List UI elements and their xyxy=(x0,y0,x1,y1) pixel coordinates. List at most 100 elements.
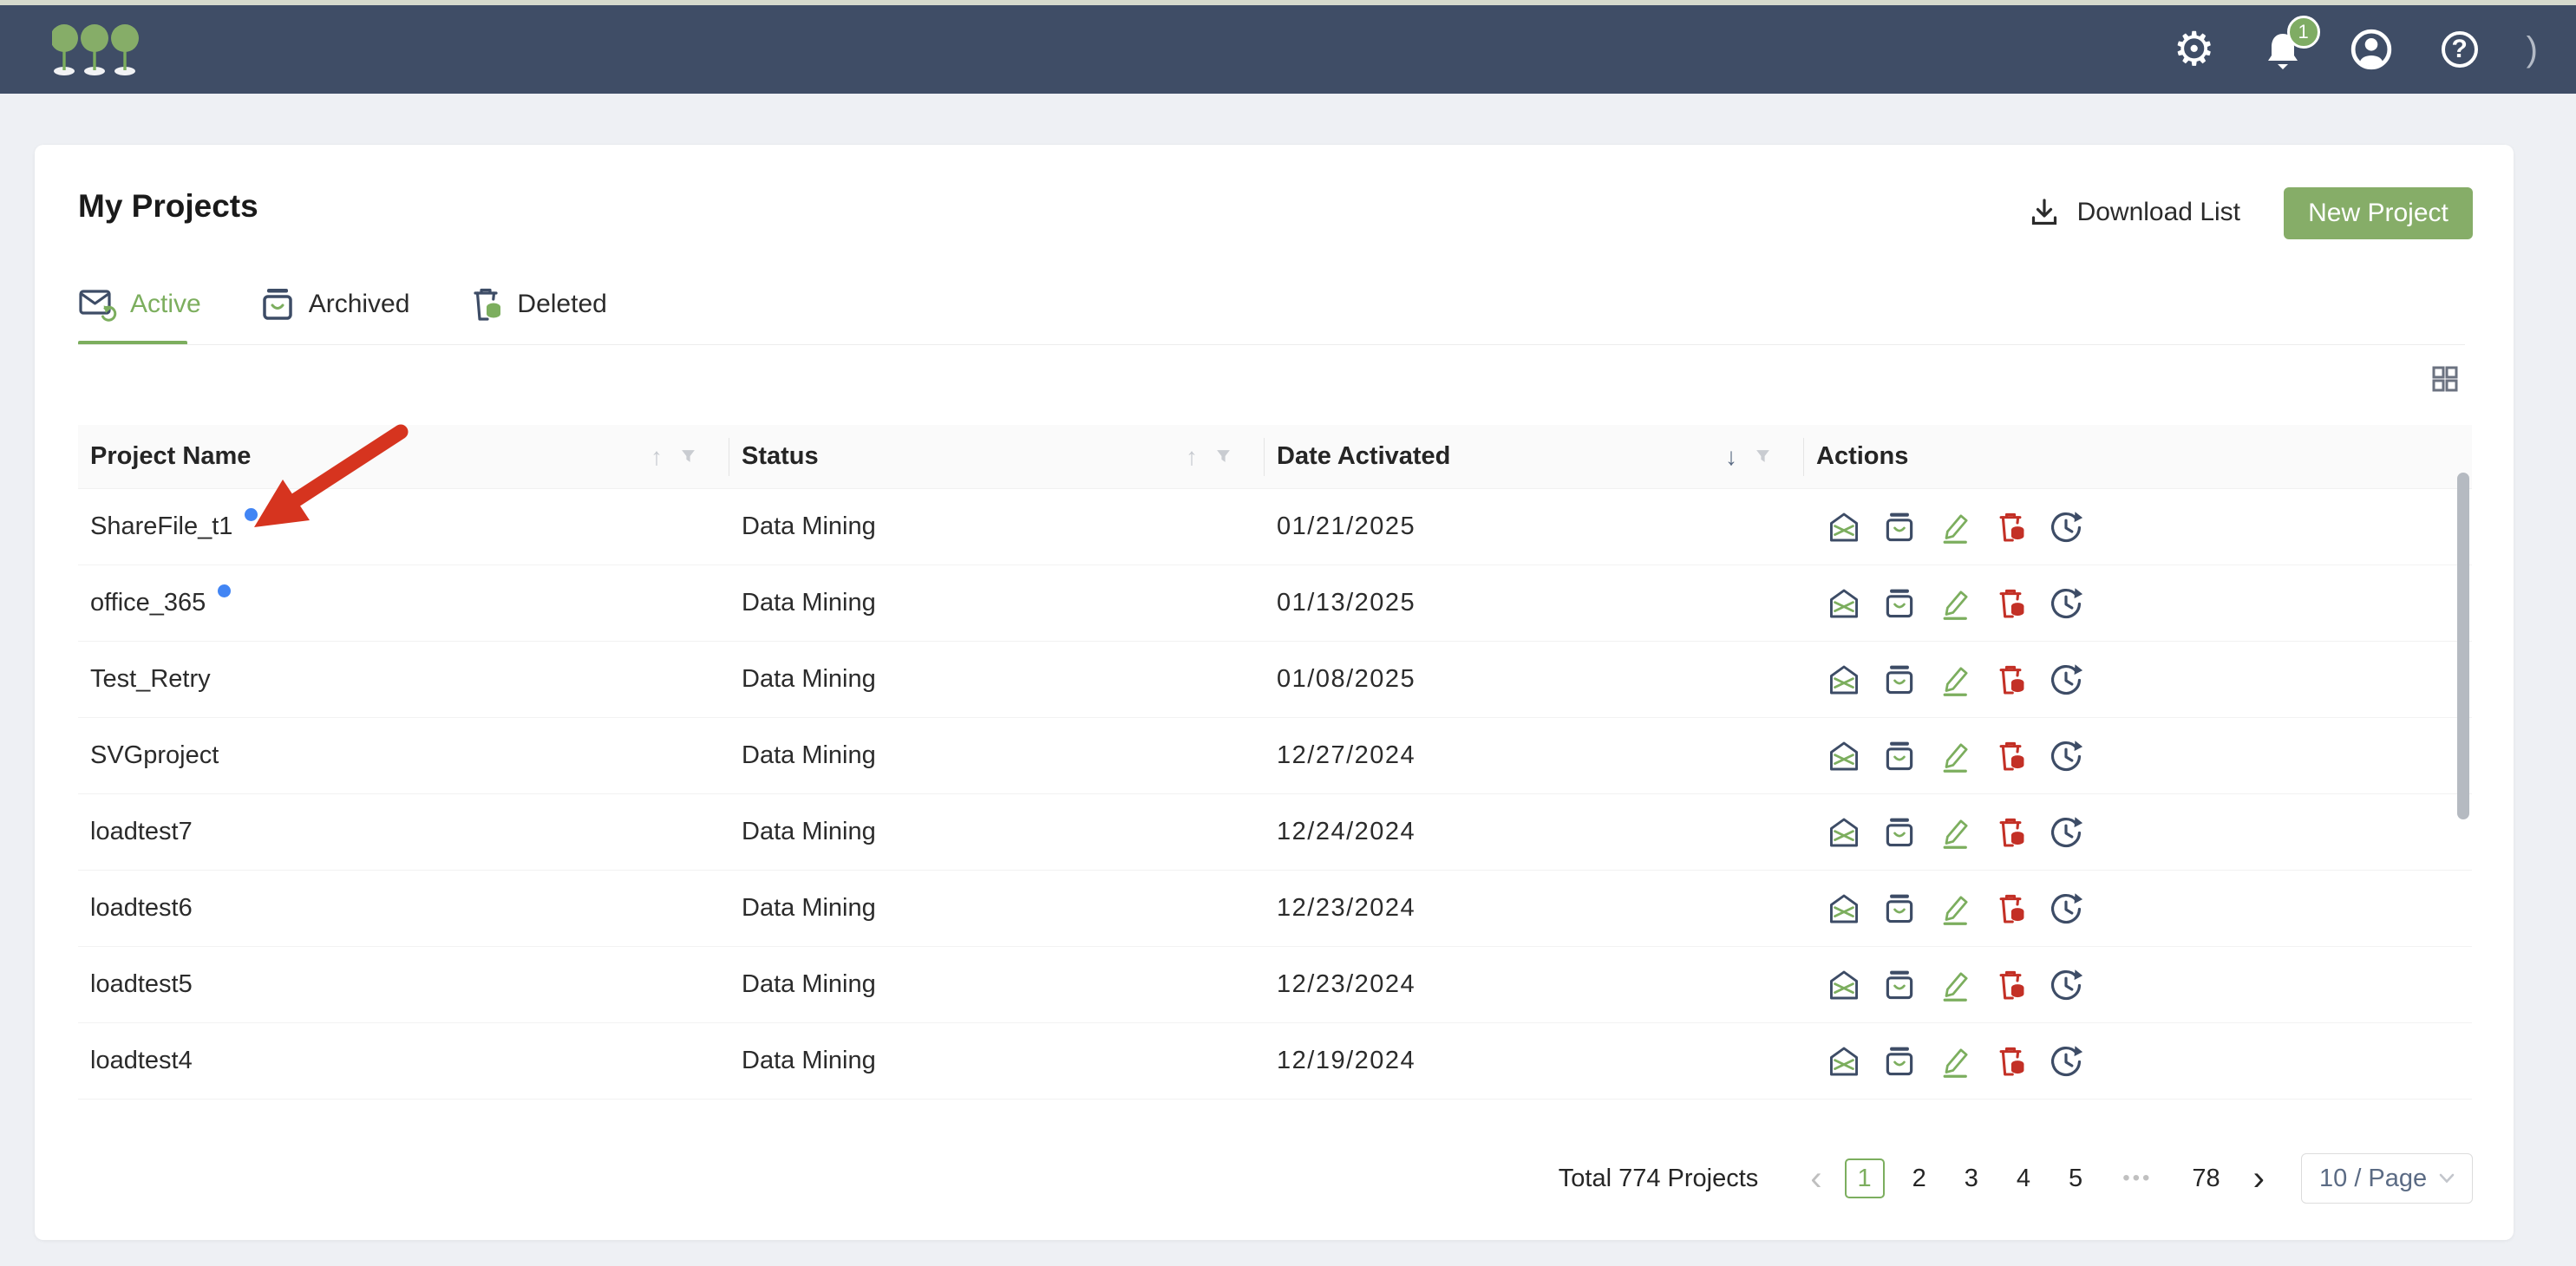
edit-action-icon[interactable] xyxy=(1938,510,1972,545)
project-name-cell[interactable]: office_365 xyxy=(78,589,729,617)
actions-cell xyxy=(1804,739,2472,773)
archive-action-icon[interactable] xyxy=(1882,662,1917,697)
previous-page-chevron-icon[interactable]: ‹ xyxy=(1796,1159,1835,1198)
history-action-icon[interactable] xyxy=(2049,510,2083,545)
open-mail-action-icon[interactable] xyxy=(1827,891,1861,926)
table-row: loadtest6Data Mining12/23/2024 xyxy=(78,871,2472,947)
archive-action-icon[interactable] xyxy=(1882,891,1917,926)
partial-element-glyph: ) xyxy=(2527,30,2538,69)
page-size-select[interactable]: 10 / Page xyxy=(2301,1153,2473,1204)
sort-down-arrow-icon[interactable]: ↓ xyxy=(1725,443,1737,471)
history-action-icon[interactable] xyxy=(2049,662,2083,697)
delete-action-icon[interactable] xyxy=(1993,1044,2028,1079)
user-avatar-icon[interactable] xyxy=(2350,28,2393,71)
archive-action-icon[interactable] xyxy=(1882,510,1917,545)
open-mail-action-icon[interactable] xyxy=(1827,815,1861,850)
filter-funnel-icon[interactable] xyxy=(1215,448,1232,465)
new-project-button[interactable]: New Project xyxy=(2284,187,2473,239)
history-action-icon[interactable] xyxy=(2049,968,2083,1002)
open-mail-action-icon[interactable] xyxy=(1827,968,1861,1002)
history-action-icon[interactable] xyxy=(2049,815,2083,850)
archive-action-icon[interactable] xyxy=(1882,968,1917,1002)
column-label: Date Activated xyxy=(1277,442,1450,471)
column-header-date-activated: Date Activated ↓ xyxy=(1265,425,1804,488)
project-name-cell[interactable]: loadtest4 xyxy=(78,1047,729,1075)
notifications-bell-icon[interactable]: 1 xyxy=(2261,28,2305,71)
delete-action-icon[interactable] xyxy=(1993,968,2028,1002)
history-action-icon[interactable] xyxy=(2049,891,2083,926)
open-mail-action-icon[interactable] xyxy=(1827,1044,1861,1079)
page-number-last[interactable]: 78 xyxy=(2173,1165,2239,1193)
app-logo-trees-icon[interactable] xyxy=(52,19,139,80)
delete-action-icon[interactable] xyxy=(1993,510,2028,545)
archive-action-icon[interactable] xyxy=(1882,1044,1917,1079)
project-name-cell[interactable]: Test_Retry xyxy=(78,665,729,694)
date-activated-cell: 01/08/2025 xyxy=(1265,665,1804,694)
filter-funnel-icon[interactable] xyxy=(1755,448,1771,465)
status-cell: Data Mining xyxy=(729,741,1265,770)
status-cell: Data Mining xyxy=(729,665,1265,694)
sort-up-arrow-icon[interactable]: ↑ xyxy=(1186,443,1198,471)
open-mail-action-icon[interactable] xyxy=(1827,739,1861,773)
tab-deleted-label: Deleted xyxy=(517,290,606,319)
project-name-cell[interactable]: loadtest7 xyxy=(78,818,729,846)
actions-cell xyxy=(1804,662,2472,697)
filter-funnel-icon[interactable] xyxy=(680,448,696,465)
grid-view-toggle-icon[interactable] xyxy=(2432,366,2458,392)
open-mail-action-icon[interactable] xyxy=(1827,586,1861,621)
history-action-icon[interactable] xyxy=(2049,739,2083,773)
page-number[interactable]: 3 xyxy=(1945,1165,1997,1193)
project-name-cell[interactable]: SVGproject xyxy=(78,741,729,770)
edit-action-icon[interactable] xyxy=(1938,1044,1972,1079)
edit-action-icon[interactable] xyxy=(1938,739,1972,773)
edit-action-icon[interactable] xyxy=(1938,968,1972,1002)
delete-action-icon[interactable] xyxy=(1993,891,2028,926)
open-mail-action-icon[interactable] xyxy=(1827,662,1861,697)
page-number[interactable]: 5 xyxy=(2050,1165,2102,1193)
page-number[interactable]: 2 xyxy=(1893,1165,1945,1193)
table-row: office_365Data Mining01/13/2025 xyxy=(78,565,2472,642)
delete-action-icon[interactable] xyxy=(1993,739,2028,773)
delete-action-icon[interactable] xyxy=(1993,586,2028,621)
tab-active[interactable]: Active xyxy=(78,282,201,327)
project-name-cell[interactable]: ShareFile_t1 xyxy=(78,512,729,541)
edit-action-icon[interactable] xyxy=(1938,662,1972,697)
help-icon[interactable]: ? xyxy=(2438,28,2481,71)
archive-action-icon[interactable] xyxy=(1882,739,1917,773)
edit-action-icon[interactable] xyxy=(1938,815,1972,850)
tab-archived-label: Archived xyxy=(309,290,410,319)
actions-cell xyxy=(1804,815,2472,850)
sort-up-arrow-icon[interactable]: ↑ xyxy=(651,443,663,471)
edit-action-icon[interactable] xyxy=(1938,891,1972,926)
open-mail-action-icon[interactable] xyxy=(1827,510,1861,545)
status-cell: Data Mining xyxy=(729,512,1265,541)
archive-action-icon[interactable] xyxy=(1882,586,1917,621)
mail-sync-icon xyxy=(78,285,118,323)
date-activated-cell: 01/13/2025 xyxy=(1265,589,1804,617)
status-cell: Data Mining xyxy=(729,589,1265,617)
history-action-icon[interactable] xyxy=(2049,1044,2083,1079)
tab-deleted[interactable]: Deleted xyxy=(467,282,606,327)
delete-action-icon[interactable] xyxy=(1993,662,2028,697)
edit-action-icon[interactable] xyxy=(1938,586,1972,621)
date-activated-cell: 12/19/2024 xyxy=(1265,1047,1804,1075)
project-name: ShareFile_t1 xyxy=(90,512,232,541)
delete-action-icon[interactable] xyxy=(1993,815,2028,850)
settings-gear-icon[interactable]: ⚙ xyxy=(2173,28,2216,71)
tab-archived[interactable]: Archived xyxy=(258,282,410,327)
page-number[interactable]: 4 xyxy=(1997,1165,2050,1193)
project-name-cell[interactable]: loadtest5 xyxy=(78,970,729,999)
archive-action-icon[interactable] xyxy=(1882,815,1917,850)
date-activated-cell: 12/24/2024 xyxy=(1265,818,1804,846)
download-list-button[interactable]: Download List xyxy=(2029,197,2240,228)
project-name-cell[interactable]: loadtest6 xyxy=(78,894,729,923)
history-action-icon[interactable] xyxy=(2049,586,2083,621)
blue-notification-dot xyxy=(245,508,258,521)
table-row: ShareFile_t1Data Mining01/21/2025 xyxy=(78,489,2472,565)
table-vertical-scrollbar[interactable] xyxy=(2457,473,2469,819)
project-name: loadtest5 xyxy=(90,970,193,999)
page-number-current[interactable]: 1 xyxy=(1845,1158,1885,1198)
date-activated-cell: 12/23/2024 xyxy=(1265,970,1804,999)
next-page-chevron-icon[interactable]: › xyxy=(2239,1159,2279,1198)
pagination-ellipsis[interactable]: ••• xyxy=(2102,1166,2173,1191)
